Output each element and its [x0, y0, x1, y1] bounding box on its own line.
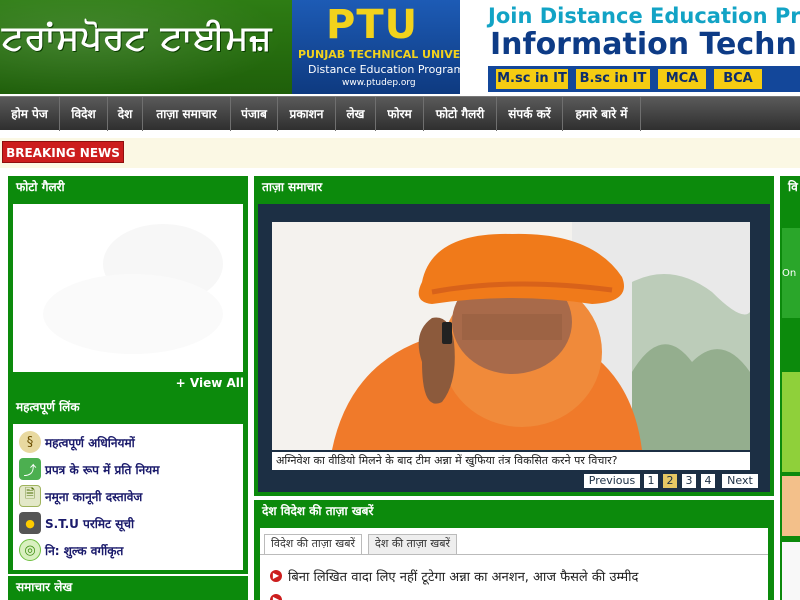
right-column-image[interactable] [782, 476, 800, 536]
course-chip: BCA [714, 69, 762, 89]
document-icon: 🗎 [19, 485, 41, 507]
nav-item-home[interactable]: होम पेज [0, 97, 60, 131]
pager-page-button-active[interactable]: 2 [663, 474, 677, 488]
slide-photo-illustration [272, 222, 750, 450]
gallery-placeholder-image [43, 224, 223, 354]
nav-item-prakashan[interactable]: प्रकाशन [278, 97, 336, 131]
nav-item-photo-gallery[interactable]: फोटो गैलरी [424, 97, 497, 131]
link-item[interactable]: 🗎 नमूना कानूनी दस्तावेज [19, 484, 142, 508]
gallery-image-area[interactable] [13, 204, 243, 372]
news-articles-title: समाचार लेख [8, 576, 248, 598]
link-item[interactable]: § महत्वपूर्ण अधिनियमों [19, 430, 135, 454]
ad-banner[interactable]: PTU PUNJAB TECHNICAL UNIVERSITY Distance… [292, 0, 800, 94]
pager-next-button[interactable]: Next [722, 474, 758, 488]
ptu-program: Distance Education Program [308, 63, 465, 76]
pager-page-button[interactable]: 4 [701, 474, 715, 488]
nav-item-videsh[interactable]: विदेश [60, 97, 108, 131]
page-root: ਟਰਾਂਸਪੋਰਟ ਟਾਈਮਜ਼ PTU PUNJAB TECHNICAL UN… [0, 0, 800, 600]
link-item[interactable]: ◎ नि: शुल्क वर्गीकृत [19, 538, 123, 562]
latest-news-box: ताज़ा समाचार अग्निवेश का वीडियो मिलने के… [254, 176, 774, 496]
nav-item-latest[interactable]: ताज़ा समाचार [143, 97, 231, 131]
right-column-image[interactable]: On [782, 228, 800, 318]
world-news-title: देश विदेश की ताज़ा खबरें [254, 500, 774, 522]
news-list-item[interactable]: ▶ [270, 590, 288, 600]
nav-item-contact[interactable]: संपर्क करें [497, 97, 563, 131]
link-label: S.T.U परमिट सूची [45, 516, 135, 531]
link-item[interactable]: ● S.T.U परमिट सूची [19, 511, 134, 535]
course-chip: M.sc in IT [496, 69, 568, 89]
important-links-title: महत्वपूर्ण लिंक [8, 396, 248, 418]
tab-world-news[interactable]: विदेश की ताज़ा खबरें [264, 534, 362, 554]
photo-gallery-box: फोटो गैलरी + View All [8, 176, 248, 396]
link-label: महत्वपूर्ण अधिनियमों [45, 435, 135, 450]
nav-item-about[interactable]: हमारे बारे में [563, 97, 641, 131]
world-news-box: देश विदेश की ताज़ा खबरें विदेश की ताज़ा … [254, 500, 774, 600]
share-icon: ⤴ [19, 458, 41, 480]
ad-headline-1: Join Distance Education Pro [488, 4, 800, 28]
important-links-box: महत्वपूर्ण लिंक § महत्वपूर्ण अधिनियमों ⤴… [8, 396, 248, 574]
arrow-bullet-icon: ▶ [270, 570, 282, 582]
nav-item-forum[interactable]: फोरम [376, 97, 424, 131]
course-chip: B.sc in IT [576, 69, 650, 89]
latest-news-title: ताज़ा समाचार [254, 176, 774, 198]
ptu-url: www.ptudep.org [342, 78, 416, 88]
site-header: ਟਰਾਂਸਪੋਰਟ ਟਾਈਮਜ਼ PTU PUNJAB TECHNICAL UN… [0, 0, 800, 94]
breaking-news-label: BREAKING NEWS [2, 141, 124, 163]
slide-photo[interactable] [272, 222, 750, 450]
news-item-text: बिना लिखित वादा लिए नहीं टूटेगा अन्ना का… [288, 570, 639, 585]
right-column-title: वि [788, 180, 798, 194]
site-logo[interactable]: ਟਰਾਂਸਪੋਰਟ ਟਾਈਮਜ਼ [0, 0, 292, 94]
nav-item-lekh[interactable]: लेख [336, 97, 376, 131]
pager-previous-button[interactable]: Previous [584, 474, 640, 488]
slide-caption[interactable]: अग्निवेश का वीडियो मिलने के बाद टीम अन्न… [272, 452, 750, 470]
news-slider: अग्निवेश का वीडियो मिलने के बाद टीम अन्न… [258, 204, 770, 492]
ad-headline-2: Information Techn [490, 27, 797, 62]
nav-item-desh[interactable]: देश [108, 97, 143, 131]
news-articles-box: समाचार लेख [8, 576, 248, 600]
tab-country-news[interactable]: देश की ताज़ा खबरें [368, 534, 458, 554]
course-chip: MCA [658, 69, 706, 89]
right-column-image[interactable] [782, 372, 800, 472]
nav-item-punjab[interactable]: पंजाब [231, 97, 278, 131]
link-label: नि: शुल्क वर्गीकृत [45, 543, 124, 558]
right-column-text: On [782, 268, 797, 279]
link-label: प्रपत्र के रूप में प्रति नियम [45, 462, 160, 477]
ptu-block: PTU PUNJAB TECHNICAL UNIVERSITY Distance… [292, 0, 496, 94]
globe-icon: ◎ [19, 539, 41, 561]
breaking-news-bar: BREAKING NEWS [0, 138, 800, 168]
pager-page-button[interactable]: 1 [644, 474, 658, 488]
ad-text-area: Join Distance Education Pro Information … [460, 0, 800, 94]
link-label: नमूना कानूनी दस्तावेज [45, 489, 143, 504]
view-all-link[interactable]: + View All [176, 376, 244, 390]
right-column: वि On [780, 176, 800, 600]
pager-page-button[interactable]: 3 [682, 474, 696, 488]
link-item[interactable]: ⤴ प्रपत्र के रूप में प्रति नियम [19, 457, 159, 481]
tabs-divider [260, 554, 768, 555]
news-list-item[interactable]: ▶ बिना लिखित वादा लिए नहीं टूटेगा अन्ना … [270, 566, 638, 586]
world-news-tabs-panel: विदेश की ताज़ा खबरें देश की ताज़ा खबरें … [260, 528, 768, 600]
important-links-list: § महत्वपूर्ण अधिनियमों ⤴ प्रपत्र के रूप … [13, 424, 243, 570]
arrow-bullet-icon: ▶ [270, 594, 282, 600]
photo-gallery-title: फोटो गैलरी [8, 176, 248, 198]
law-book-icon: § [19, 431, 41, 453]
traffic-light-icon: ● [19, 512, 41, 534]
main-nav: होम पेज विदेश देश ताज़ा समाचार पंजाब प्र… [0, 96, 800, 131]
right-column-image[interactable] [782, 542, 800, 600]
logo-text: ਟਰਾਂਸਪੋਰਟ ਟਾਈਮਜ਼ [2, 18, 273, 58]
ptu-logo: PTU [326, 2, 419, 48]
